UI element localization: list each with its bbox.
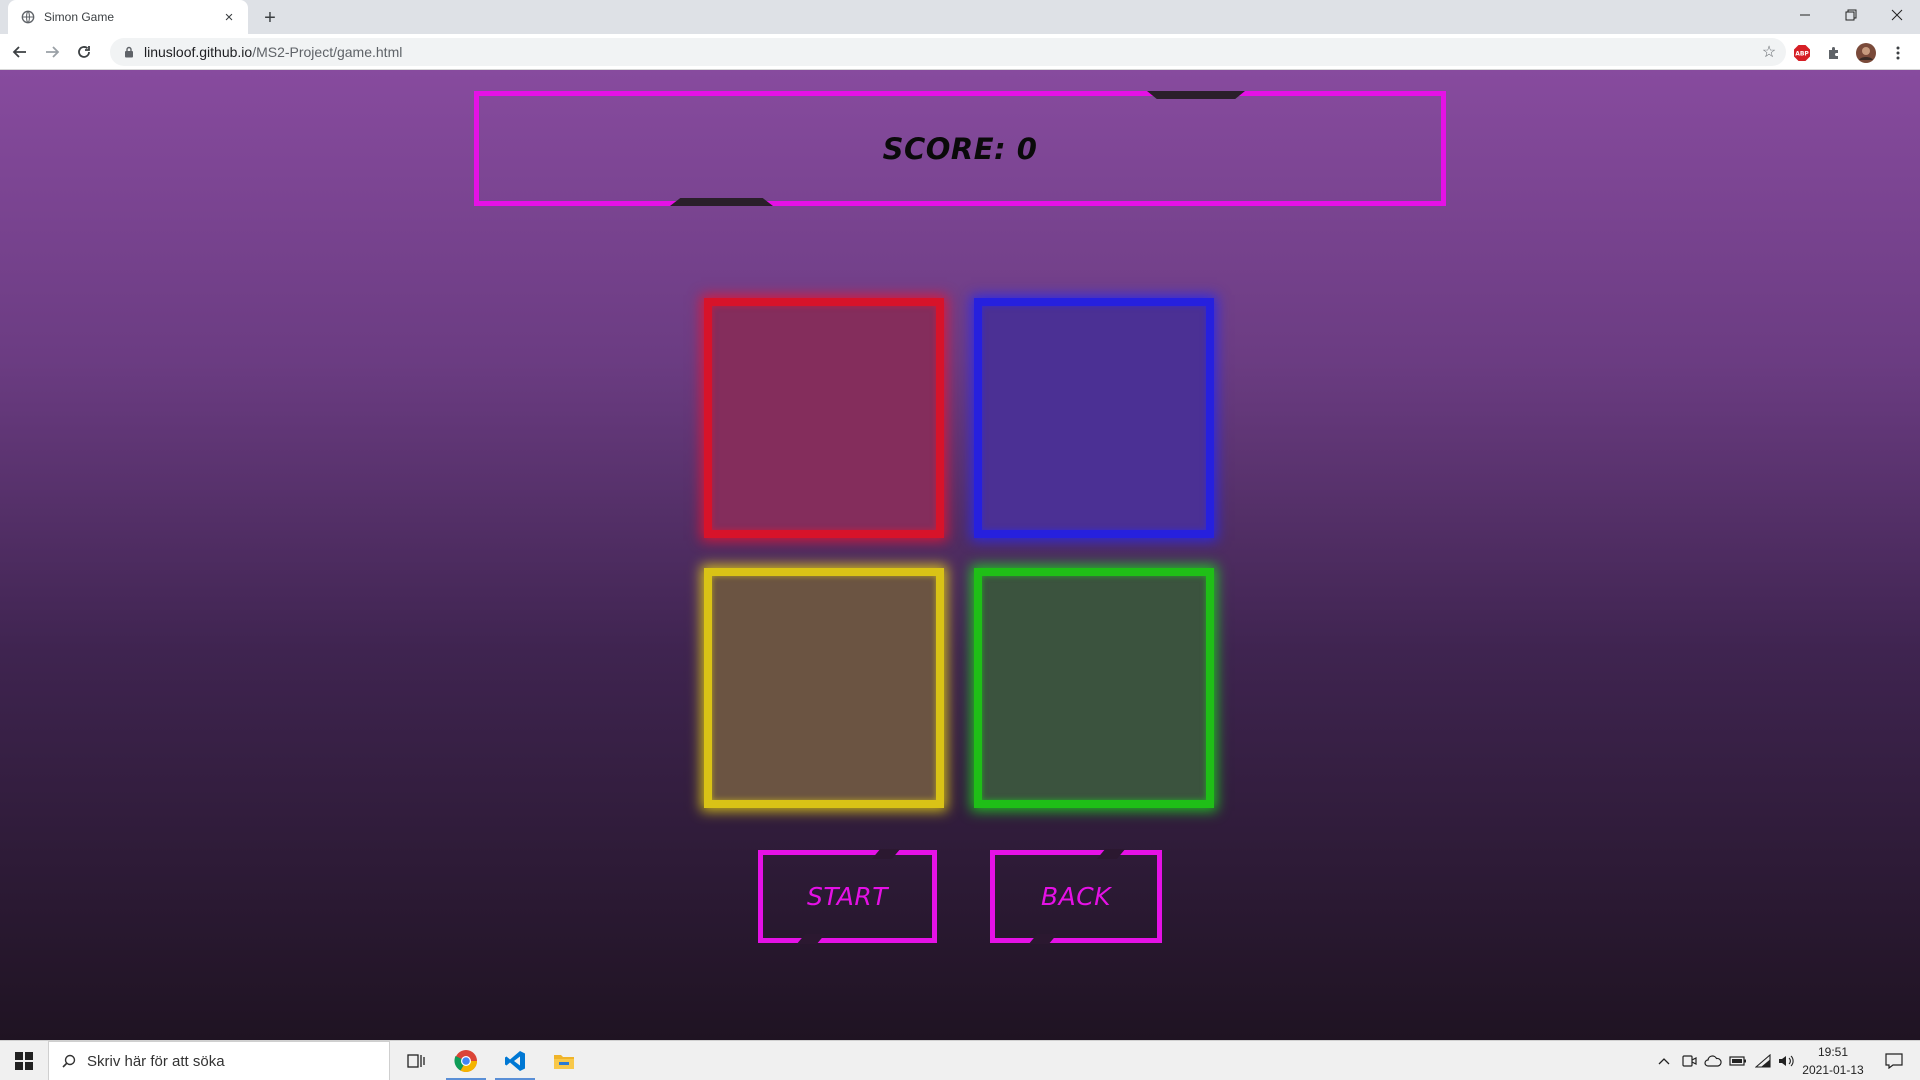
tab-simon-game[interactable]: Simon Game × — [8, 0, 248, 34]
page-viewport: SCORE: 0 START BACK — [0, 70, 1920, 1040]
new-tab-button[interactable]: + — [258, 6, 282, 30]
start-button-notch-top — [871, 849, 901, 859]
url-host: linusloof.github.io — [144, 44, 253, 60]
globe-icon — [20, 9, 36, 25]
blue-pad[interactable] — [974, 298, 1214, 538]
score-panel: SCORE: 0 — [474, 91, 1446, 206]
red-pad[interactable] — [704, 298, 944, 538]
puzzle-extension-icon[interactable] — [1824, 43, 1844, 63]
taskbar-search-box[interactable]: Skriv här för att söka — [48, 1041, 390, 1080]
wifi-icon[interactable] — [1751, 1041, 1775, 1080]
start-button-label: START — [806, 882, 889, 911]
forward-arrow-icon[interactable] — [40, 40, 64, 64]
bookmark-star-icon[interactable]: ☆ — [1760, 43, 1778, 61]
address-bar[interactable]: linusloof.github.io/MS2-Project/game.htm… — [110, 38, 1786, 66]
back-arrow-icon[interactable] — [8, 40, 32, 64]
restore-button[interactable] — [1828, 0, 1874, 30]
back-button-label: BACK — [1040, 882, 1112, 911]
meet-now-icon[interactable] — [1677, 1041, 1701, 1080]
profile-avatar[interactable] — [1856, 43, 1876, 63]
chrome-icon[interactable] — [442, 1041, 490, 1080]
back-button-notch-bottom — [1028, 934, 1058, 944]
green-pad[interactable] — [974, 568, 1214, 808]
url-text: linusloof.github.io/MS2-Project/game.htm… — [144, 44, 402, 60]
start-button-notch-bottom — [796, 934, 826, 944]
chevron-up-icon[interactable] — [1652, 1041, 1676, 1080]
reload-icon[interactable] — [72, 40, 96, 64]
start-button[interactable]: START — [758, 849, 937, 944]
clock-time: 19:51 — [1817, 1045, 1849, 1059]
score-panel-notch-top — [1147, 91, 1245, 99]
tab-title: Simon Game — [44, 10, 115, 24]
onedrive-icon[interactable] — [1701, 1041, 1725, 1080]
close-window-button[interactable] — [1874, 0, 1920, 30]
minimize-button[interactable] — [1782, 0, 1828, 30]
vscode-icon[interactable] — [491, 1041, 539, 1080]
taskbar-clock[interactable]: 19:51 2021-01-13 — [1793, 1043, 1873, 1079]
notifications-icon[interactable] — [1874, 1041, 1914, 1080]
windows-start-icon[interactable] — [0, 1041, 48, 1080]
tab-strip: Simon Game × + — [0, 0, 1920, 34]
back-button-notch-top — [1096, 849, 1126, 859]
battery-icon[interactable] — [1726, 1041, 1750, 1080]
svg-text:ABP: ABP — [1795, 51, 1809, 58]
url-path: /MS2-Project/game.html — [252, 44, 403, 60]
browser-toolbar: linusloof.github.io/MS2-Project/game.htm… — [0, 34, 1920, 70]
menu-kebab-icon[interactable] — [1888, 43, 1908, 63]
lock-icon[interactable] — [122, 45, 136, 59]
back-button[interactable]: BACK — [990, 849, 1162, 944]
adblock-plus-icon[interactable]: ABP — [1792, 43, 1812, 63]
windows-taskbar: Skriv här för att söka 19:51 2021-01-13 — [0, 1040, 1920, 1080]
file-explorer-icon[interactable] — [540, 1041, 588, 1080]
score-display: SCORE: 0 — [882, 131, 1038, 166]
search-icon — [61, 1053, 77, 1069]
score-panel-notch-bottom — [670, 198, 773, 206]
close-tab-icon[interactable]: × — [220, 8, 238, 26]
yellow-pad[interactable] — [704, 568, 944, 808]
clock-date: 2021-01-13 — [1802, 1063, 1864, 1077]
search-placeholder: Skriv här för att söka — [87, 1052, 225, 1070]
task-view-icon[interactable] — [392, 1041, 440, 1080]
